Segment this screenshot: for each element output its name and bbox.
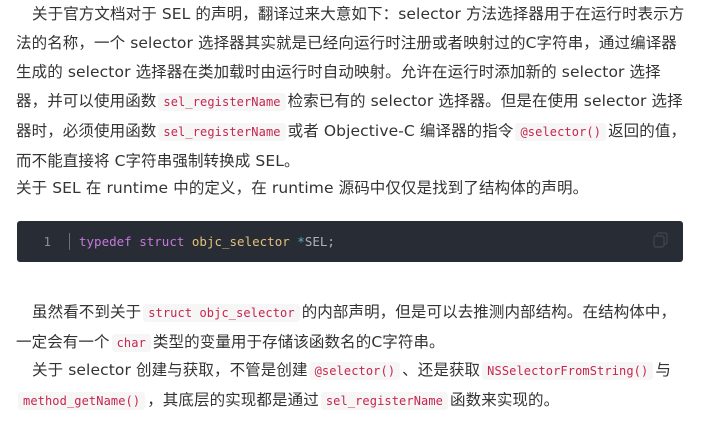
text: 与	[655, 361, 671, 379]
keyword-typedef: typedef	[79, 234, 132, 249]
copy-icon[interactable]	[652, 232, 670, 248]
code-line: typedef struct objc_selector *SEL;	[79, 221, 335, 262]
text: 函数来实现的。	[450, 391, 560, 409]
gutter-divider	[69, 233, 70, 250]
article-content: 关于官方文档对于 SEL 的声明，翻译过来大意如下：selector 方法选择器…	[0, 0, 709, 424]
inline-code-selector: @selector()	[309, 362, 401, 380]
paragraph-internal-structure: 虽然看不到关于 struct objc_selector 的内部声明，但是可以去推测…	[16, 298, 688, 358]
text: 关于 selector 创建与获取，不管是创建	[32, 361, 308, 379]
text: 类型的变量用于存储该函数名的C字符串。	[152, 333, 445, 351]
inline-code-sel-registername-3: sel_registerName	[320, 392, 449, 410]
text: 虽然看不到关于	[32, 303, 142, 321]
inline-code-char: char	[111, 334, 151, 352]
inline-code-selector-directive: @selector()	[515, 123, 607, 141]
text: ，其底层的实现都是通过	[147, 391, 319, 409]
paragraph-runtime-definition: 关于 SEL 在 runtime 中的定义，在 runtime 源码中仅仅是找到…	[16, 179, 589, 197]
line-number: 1	[43, 234, 51, 249]
inline-code-sel-registername-2: sel_registerName	[158, 123, 286, 141]
paragraph-selector-creation: 关于 selector 创建与获取，不管是创建 @selector() 、还是获取 N…	[16, 356, 688, 416]
inline-code-nsselectorfromstring: NSSelectorFromString()	[482, 362, 654, 380]
text: 或者 Objective-C 编译器的指令	[287, 122, 514, 140]
text: 、还是获取	[402, 361, 481, 379]
code-block: 1 typedef struct objc_selector *SEL;	[17, 221, 683, 262]
code-rest: SEL;	[304, 234, 335, 249]
inline-code-struct-objc-selector: struct objc_selector	[143, 304, 300, 322]
pointer-operator: *	[297, 234, 305, 249]
inline-code-sel-registername: sel_registerName	[158, 93, 286, 111]
inline-code-method-getname: method_getName()	[18, 392, 146, 410]
paragraph-sel-declaration: 关于官方文档对于 SEL 的声明，翻译过来大意如下：selector 方法选择器…	[16, 0, 688, 176]
keyword-struct: struct	[139, 234, 185, 249]
type-name: objc_selector	[191, 234, 290, 249]
